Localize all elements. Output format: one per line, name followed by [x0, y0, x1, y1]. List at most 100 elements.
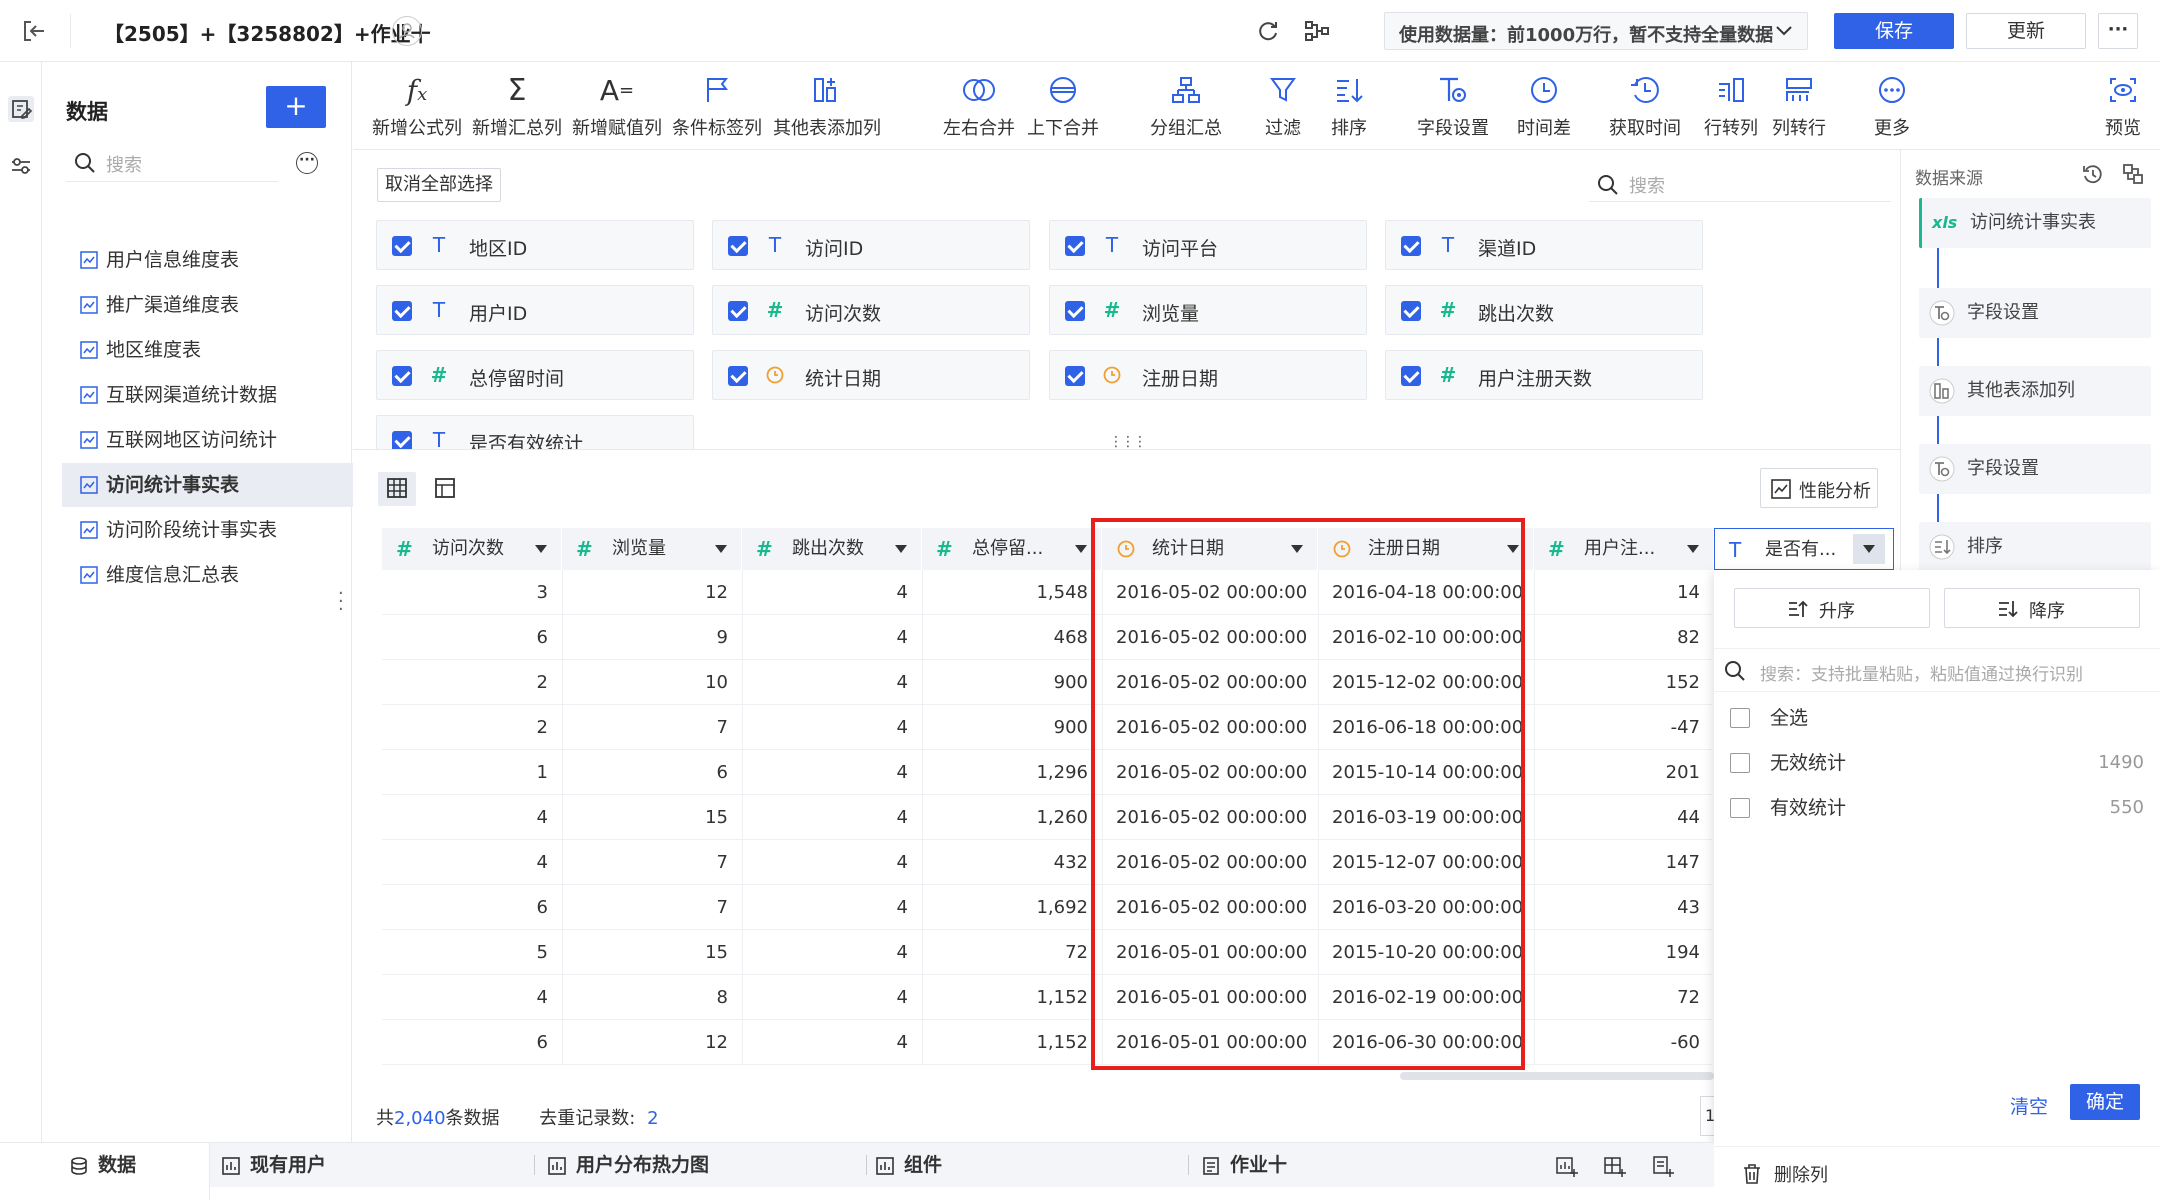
clear-button[interactable]: 清空 — [2010, 1092, 2048, 1119]
add-report-icon[interactable] — [1652, 1155, 1674, 1177]
field-checkbox[interactable] — [1065, 236, 1085, 256]
resize-handle[interactable]: · · · — [338, 585, 344, 619]
layout-icon[interactable] — [2121, 162, 2145, 186]
table-cell[interactable]: 4 — [742, 840, 922, 885]
checkbox[interactable] — [1730, 753, 1750, 773]
dropdown-caret-icon[interactable] — [1687, 545, 1699, 553]
dropdown-caret-button[interactable] — [1853, 534, 1885, 564]
field-item-register-date[interactable]: 注册日期 — [1049, 350, 1367, 400]
table-cell[interactable]: 4 — [742, 930, 922, 975]
table-cell[interactable]: 4 — [382, 975, 562, 1020]
table-cell[interactable]: 6 — [382, 1020, 562, 1065]
tool-condition-tag-column[interactable]: 条件标签列 — [671, 62, 763, 150]
checkbox[interactable] — [1730, 708, 1750, 728]
update-button[interactable]: 更新 — [1966, 13, 2086, 49]
tool-merge-left-right[interactable]: 左右合并 — [937, 62, 1021, 150]
filter-option-invalid[interactable]: 无效统计 1490 — [1730, 743, 2144, 783]
tool-column-to-row[interactable]: 列转行 — [1765, 62, 1833, 150]
field-search[interactable]: 搜索 — [1589, 164, 1891, 202]
tool-preview[interactable]: 预览 — [2093, 62, 2153, 150]
field-item-visit-count[interactable]: # 访问次数 — [712, 285, 1030, 335]
table-cell[interactable]: 7 — [562, 885, 742, 930]
table-cell[interactable]: 15 — [562, 795, 742, 840]
table-cell[interactable]: 12 — [562, 1020, 742, 1065]
save-button[interactable]: 保存 — [1834, 13, 1954, 49]
table-cell[interactable]: 6 — [382, 885, 562, 930]
sidebar-item-visit-fact[interactable]: 访问统计事实表 — [62, 463, 360, 507]
tab-existing-users[interactable]: 现有用户 — [214, 1143, 326, 1200]
sidebar-item-dim-summary[interactable]: 维度信息汇总表 — [62, 553, 360, 597]
table-cell[interactable]: 147 — [1534, 840, 1714, 885]
table-cell[interactable]: 900 — [922, 660, 1102, 705]
tool-group-summary[interactable]: 分组汇总 — [1143, 62, 1229, 150]
field-checkbox[interactable] — [728, 236, 748, 256]
settings-sliders-icon[interactable] — [9, 154, 33, 178]
filter-option-select-all[interactable]: 全选 — [1730, 698, 2144, 738]
table-cell[interactable]: 72 — [1534, 975, 1714, 1020]
field-item-total-stay[interactable]: # 总停留时间 — [376, 350, 694, 400]
exit-icon[interactable] — [22, 20, 46, 42]
dropdown-caret-icon[interactable] — [895, 545, 907, 553]
sidebar-item-visit-stage[interactable]: 访问阶段统计事实表 — [62, 508, 360, 552]
tool-more[interactable]: 更多 — [1857, 62, 1927, 150]
sidebar-item-internet-channel[interactable]: 互联网渠道统计数据 — [62, 373, 360, 417]
table-cell[interactable]: 468 — [922, 615, 1102, 660]
field-checkbox[interactable] — [392, 431, 412, 449]
sidebar-item-user-info[interactable]: 用户信息维度表 — [62, 238, 360, 282]
filter-search[interactable]: 搜索：支持批量粘贴，粘贴值通过换行识别 — [1714, 648, 2160, 692]
tab-user-heatmap[interactable]: 用户分布热力图 — [540, 1143, 709, 1200]
dropdown-caret-icon[interactable] — [715, 545, 727, 553]
field-item-bounce-count[interactable]: # 跳出次数 — [1385, 285, 1703, 335]
table-cell[interactable]: 44 — [1534, 795, 1714, 840]
table-cell[interactable]: 1,152 — [922, 975, 1102, 1020]
tool-sort[interactable]: 排序 — [1319, 62, 1379, 150]
lineage-node-field-settings-2[interactable]: 字段设置 — [1919, 444, 2151, 494]
field-item-visit-platform[interactable]: T 访问平台 — [1049, 220, 1367, 270]
table-cell[interactable]: 15 — [562, 930, 742, 975]
field-item-register-days[interactable]: # 用户注册天数 — [1385, 350, 1703, 400]
table-cell[interactable]: 2 — [382, 660, 562, 705]
field-item-region-id[interactable]: T 地区ID — [376, 220, 694, 270]
table-cell[interactable]: 1 — [382, 750, 562, 795]
table-cell[interactable]: 4 — [742, 570, 922, 615]
table-cell[interactable]: 194 — [1534, 930, 1714, 975]
lineage-node-field-settings[interactable]: 字段设置 — [1919, 288, 2151, 338]
lineage-node-add-column[interactable]: 其他表添加列 — [1919, 366, 2151, 416]
column-header-bounce-count[interactable]: # 跳出次数 — [742, 528, 922, 570]
sidebar-more-icon[interactable]: ··· — [296, 152, 318, 174]
tool-time-diff[interactable]: 时间差 — [1511, 62, 1577, 150]
column-header-is-valid[interactable]: T 是否有... — [1714, 528, 1894, 570]
table-cell[interactable]: 72 — [922, 930, 1102, 975]
table-cell[interactable]: 6 — [382, 615, 562, 660]
field-checkbox[interactable] — [392, 366, 412, 386]
table-cell[interactable]: 3 — [382, 570, 562, 615]
add-dashboard-icon[interactable] — [1556, 1155, 1578, 1177]
lineage-icon[interactable] — [1304, 20, 1330, 42]
filter-option-valid[interactable]: 有效统计 550 — [1730, 788, 2144, 828]
table-cell[interactable]: 5 — [382, 930, 562, 975]
data-edit-icon[interactable] — [8, 96, 34, 122]
grid-view-icon[interactable] — [378, 472, 416, 506]
table-cell[interactable]: 6 — [562, 750, 742, 795]
history-icon[interactable] — [2081, 162, 2105, 186]
table-cell[interactable]: -47 — [1534, 705, 1714, 750]
field-checkbox[interactable] — [1401, 301, 1421, 321]
table-cell[interactable]: 7 — [562, 705, 742, 750]
tool-merge-up-down[interactable]: 上下合并 — [1021, 62, 1105, 150]
add-data-button[interactable]: + — [266, 86, 326, 128]
field-checkbox[interactable] — [728, 366, 748, 386]
field-item-stat-date[interactable]: 统计日期 — [712, 350, 1030, 400]
table-cell[interactable]: 12 — [562, 570, 742, 615]
field-checkbox[interactable] — [1065, 301, 1085, 321]
lineage-node-sort[interactable]: 排序 — [1919, 522, 2151, 572]
tab-data[interactable]: 数据 — [62, 1143, 136, 1200]
table-cell[interactable]: 1,152 — [922, 1020, 1102, 1065]
tab-components[interactable]: 组件 — [868, 1143, 942, 1200]
refresh-icon[interactable] — [1256, 19, 1280, 43]
tab-assignment[interactable]: 作业十 — [1194, 1143, 1287, 1200]
dropdown-caret-icon[interactable] — [535, 545, 547, 553]
column-header-total-stay[interactable]: # 总停留... — [922, 528, 1102, 570]
layout-view-icon[interactable] — [426, 472, 464, 506]
table-cell[interactable]: 4 — [742, 1020, 922, 1065]
sort-desc-button[interactable]: 降序 — [1944, 588, 2140, 628]
